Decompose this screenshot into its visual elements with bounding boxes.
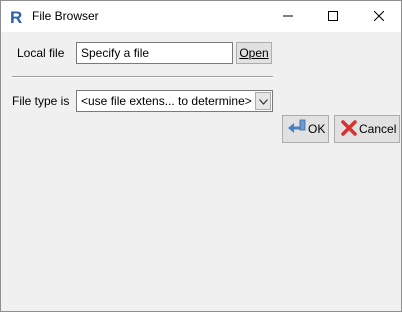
dropdown-arrow-button[interactable] xyxy=(255,92,271,110)
local-file-input[interactable] xyxy=(76,42,233,64)
svg-text:R: R xyxy=(10,8,22,25)
separator xyxy=(12,76,273,78)
ok-button[interactable]: OK xyxy=(282,115,329,143)
open-button[interactable]: Open xyxy=(236,42,272,64)
ok-label: OK xyxy=(308,122,326,136)
file-type-select[interactable]: <use file extens... to determine> xyxy=(76,90,273,112)
close-icon xyxy=(373,10,384,24)
maximize-button[interactable] xyxy=(310,1,355,32)
r-logo-icon: R xyxy=(9,8,26,27)
file-browser-window: R File Browser Local file Open File type… xyxy=(0,0,402,312)
chevron-down-icon xyxy=(258,94,268,108)
window-title: File Browser xyxy=(32,9,99,23)
file-type-label: File type is xyxy=(12,94,70,108)
minimize-icon xyxy=(282,10,293,24)
local-file-label: Local file xyxy=(17,46,65,60)
title-bar[interactable]: R File Browser xyxy=(1,1,401,32)
close-button[interactable] xyxy=(356,1,401,32)
return-arrow-icon xyxy=(286,119,306,140)
red-x-icon xyxy=(341,119,357,140)
maximize-icon xyxy=(327,10,338,24)
file-type-selected-value: <use file extens... to determine> xyxy=(81,94,252,108)
cancel-label: Cancel xyxy=(359,122,397,136)
minimize-button[interactable] xyxy=(265,1,310,32)
dialog-body: Local file Open File type is <use file e… xyxy=(1,32,401,311)
cancel-button[interactable]: Cancel xyxy=(334,115,400,143)
